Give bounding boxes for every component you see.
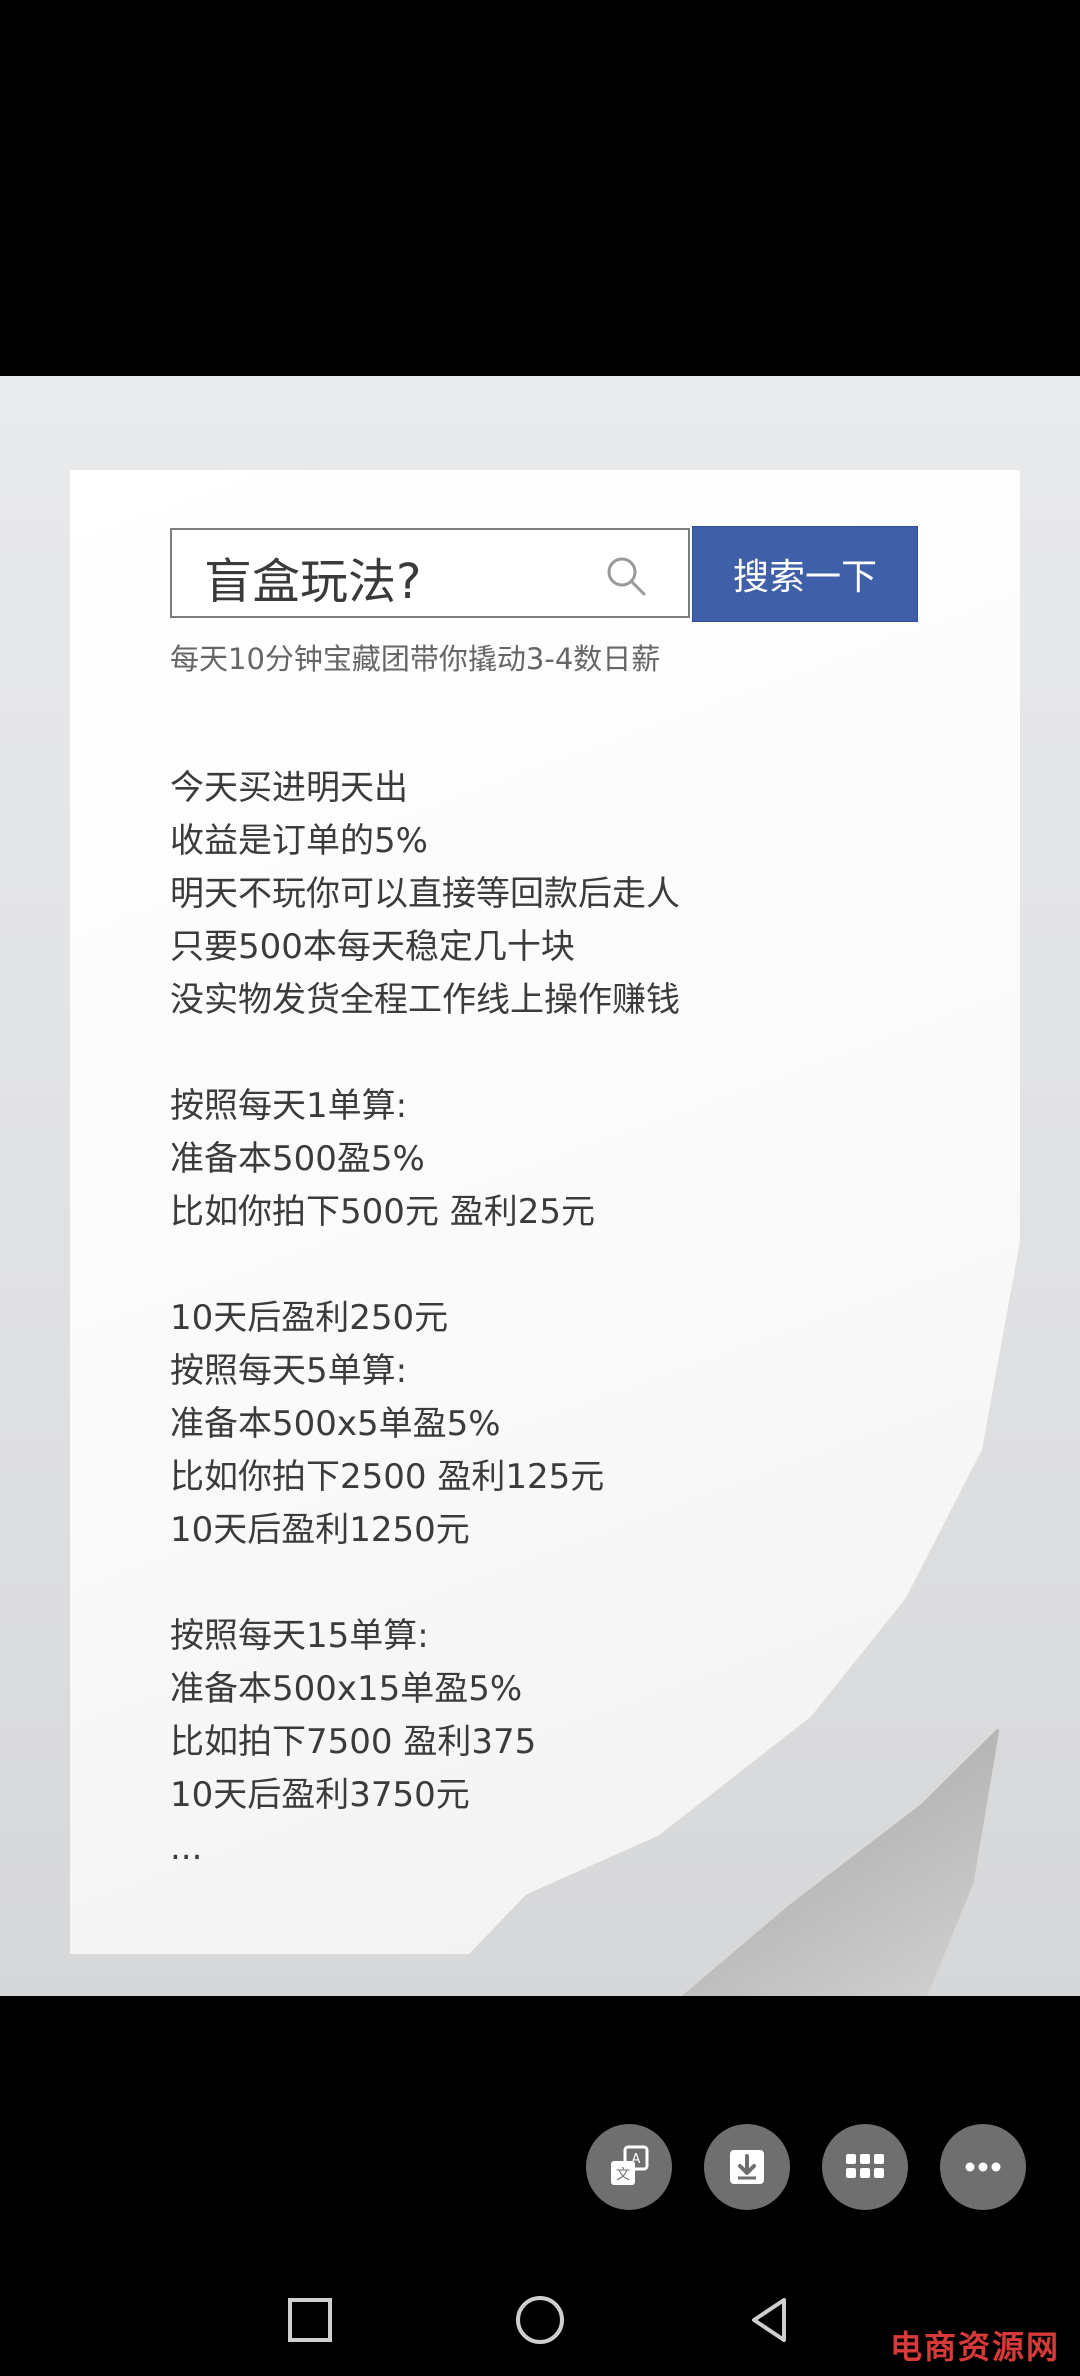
content-line: 准备本500盈5% xyxy=(170,1139,425,1179)
content-line: 比如拍下7500 盈利375 xyxy=(170,1722,537,1762)
content-line: 按照每天5单算: xyxy=(170,1351,408,1391)
content-line: ... xyxy=(170,1828,203,1868)
search-icon xyxy=(607,557,646,596)
image-viewer: 盲盒玩法? 搜索一下 每天10分钟宝藏团带你撬动3-4数日薪 今天买进明天出 收益… xyxy=(0,0,1080,2376)
content-line: 10天后盈利1250元 xyxy=(170,1510,470,1550)
more-button[interactable] xyxy=(940,2124,1026,2210)
translate-button[interactable]: A 文 xyxy=(586,2124,672,2210)
square-icon[interactable] xyxy=(280,2290,340,2350)
search-button-label: 搜索一下 xyxy=(732,557,877,598)
more-icon xyxy=(965,2162,1001,2172)
content-text: 今天买进明天出 收益是订单的5% 明天不玩你可以直接等回款后走人 只要500本每天稳定… xyxy=(170,762,930,1875)
content-line: 比如你拍下2500 盈利125元 xyxy=(170,1457,605,1497)
content-line: 明天不玩你可以直接等回款后走人 xyxy=(170,874,680,914)
search-input: 盲盒玩法? xyxy=(170,528,690,618)
content-line: 10天后盈利250元 xyxy=(170,1298,449,1338)
content-line: 今天买进明天出 xyxy=(170,768,408,808)
svg-text:文: 文 xyxy=(616,2167,630,2183)
content-line: 准备本500x15单盈5% xyxy=(170,1669,523,1709)
content-line: 收益是订单的5% xyxy=(170,821,428,861)
download-button[interactable] xyxy=(704,2124,790,2210)
content-line: 准备本500x5单盈5% xyxy=(170,1404,501,1444)
circle-icon[interactable] xyxy=(510,2290,570,2350)
grid-icon xyxy=(846,2154,884,2178)
content-line: 比如你拍下500元 盈利25元 xyxy=(170,1192,595,1232)
subtitle: 每天10分钟宝藏团带你撬动3-4数日薪 xyxy=(170,642,661,676)
download-icon xyxy=(730,2150,764,2184)
content-line: 只要500本每天稳定几十块 xyxy=(170,927,575,967)
content-line: 没实物发货全程工作线上操作赚钱 xyxy=(170,980,680,1020)
search-query: 盲盒玩法? xyxy=(204,554,422,610)
translate-icon: A 文 xyxy=(611,2145,649,2185)
search-button: 搜索一下 xyxy=(692,526,918,622)
triangle-back-icon[interactable] xyxy=(740,2290,800,2350)
watermark: 电商资源网 xyxy=(889,2328,1060,2366)
grid-button[interactable] xyxy=(822,2124,908,2210)
content-line: 按照每天1单算: xyxy=(170,1086,408,1126)
content-line: 10天后盈利3750元 xyxy=(170,1775,470,1815)
content-line: 按照每天15单算: xyxy=(170,1616,429,1656)
